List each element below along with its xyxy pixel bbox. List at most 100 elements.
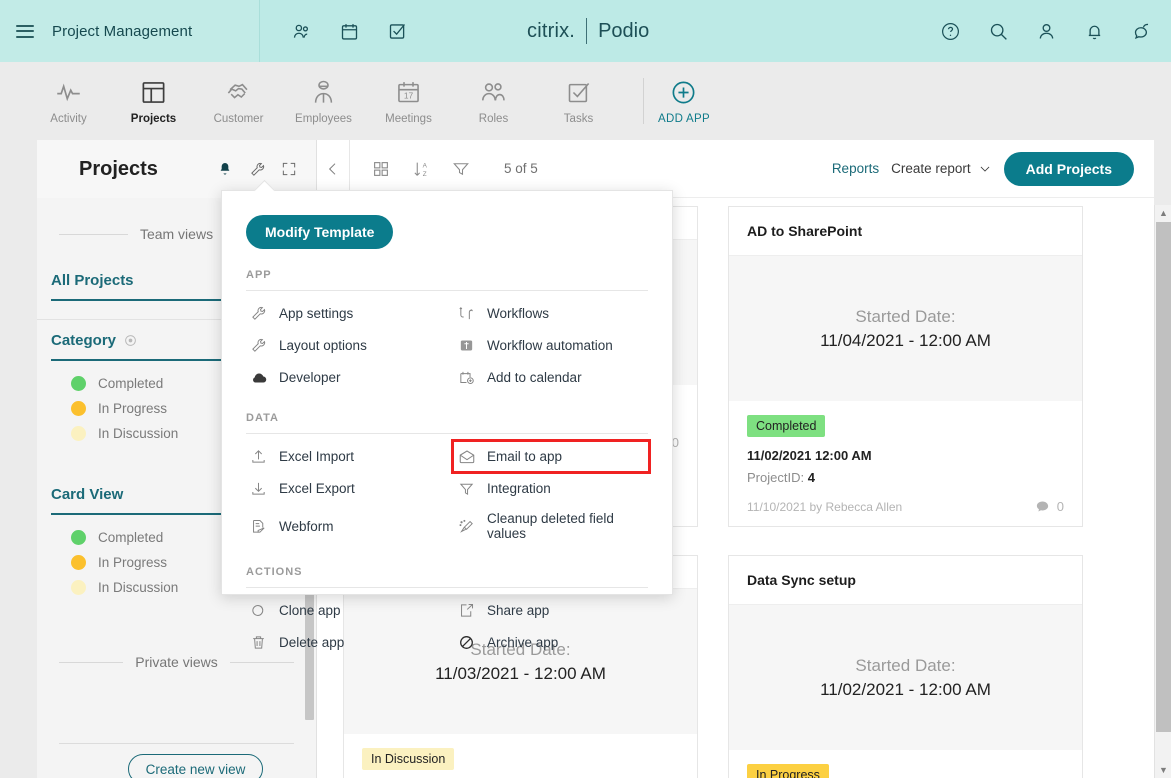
card-title: Data Sync setup: [729, 556, 1082, 605]
scroll-up-icon[interactable]: ▲: [1155, 205, 1171, 221]
menu-item-label: Excel Import: [279, 449, 355, 464]
appnav-item-roles[interactable]: Roles: [451, 70, 536, 132]
menu-item-share-app[interactable]: Share app: [454, 596, 648, 625]
upload-icon: [249, 447, 268, 466]
app-navigation-bar: Activity Projects Customer Employees 17 …: [0, 62, 1171, 140]
status-dot: [71, 426, 86, 441]
menu-item-workflows[interactable]: Workflows: [454, 299, 648, 328]
calendar-icon[interactable]: [338, 20, 360, 42]
create-report-dropdown[interactable]: Create report: [891, 161, 992, 176]
comment-icon: [1035, 499, 1050, 514]
main-scrollbar[interactable]: ▲ ▼: [1154, 205, 1171, 778]
card-author: 11/10/2021 by Rebecca Allen: [747, 499, 903, 514]
comment-count: 0: [1056, 499, 1064, 514]
tasks-icon[interactable]: [386, 20, 408, 42]
sidebar-bottom-rule: [59, 743, 294, 744]
chat-icon[interactable]: [1131, 20, 1153, 42]
menu-item-delete-app[interactable]: Delete app: [246, 628, 454, 657]
help-icon[interactable]: [939, 20, 961, 42]
menu-item-clone-app[interactable]: Clone app: [246, 596, 454, 625]
list-item-label: In Progress: [98, 555, 168, 570]
menu-item-email-to-app[interactable]: Email to app: [451, 439, 651, 474]
menu-item-label: App settings: [279, 306, 354, 321]
collapse-sidebar-button[interactable]: [317, 139, 350, 198]
appnav-item-meetings[interactable]: 17 Meetings: [366, 70, 451, 132]
menu-item-workflow-automation[interactable]: Workflow automation: [454, 331, 648, 360]
list-item-label: In Discussion: [98, 580, 179, 595]
create-report-label: Create report: [891, 161, 971, 176]
project-id-label: ProjectID:: [747, 470, 805, 485]
menu-item-label: Add to calendar: [487, 370, 582, 385]
search-icon[interactable]: [987, 20, 1009, 42]
menu-item-layout-options[interactable]: Layout options: [246, 331, 454, 360]
main-scroll-thumb[interactable]: [1156, 222, 1171, 732]
appnav-item-customer[interactable]: Customer: [196, 70, 281, 132]
menu-item-excel-export[interactable]: Excel Export: [246, 474, 454, 503]
filter-icon[interactable]: [452, 160, 470, 178]
dropdown-section-actions: ACTIONS Clone app Share app Delete app A…: [222, 566, 672, 657]
menu-item-label: Share app: [487, 603, 550, 618]
meetings-icon: 17: [395, 78, 422, 106]
status-dot: [71, 555, 86, 570]
info-icon[interactable]: [124, 334, 137, 347]
add-app-button[interactable]: ADD APP: [658, 78, 710, 125]
appnav-label: Employees: [295, 112, 352, 125]
list-item-label: In Discussion: [98, 426, 179, 441]
menu-item-label: Email to app: [487, 449, 563, 464]
topbar-right-icons: [939, 0, 1153, 62]
divider-line-right: [229, 661, 294, 663]
menu-item-developer[interactable]: Developer: [246, 363, 454, 392]
chevron-down-icon: [978, 162, 992, 176]
wrench-icon[interactable]: [248, 160, 266, 178]
menu-item-app-settings[interactable]: App settings: [246, 299, 454, 328]
appnav-item-tasks[interactable]: Tasks: [536, 70, 621, 132]
card-body-value: 11/02/2021 - 12:00 AM: [820, 679, 991, 699]
menu-item-archive-app[interactable]: Archive app: [454, 628, 648, 657]
workflows-icon: [457, 304, 476, 323]
activity-icon: [55, 78, 82, 106]
section-title: APP: [246, 269, 272, 281]
sort-az-icon[interactable]: AZ: [412, 160, 430, 178]
status-badge: In Progress: [747, 764, 829, 778]
appnav-item-projects[interactable]: Projects: [111, 70, 196, 132]
brand-podio-text: Podio: [598, 19, 650, 42]
list-item-label: In Progress: [98, 401, 168, 416]
menu-item-cleanup-deleted-field-values[interactable]: Cleanup deleted field values: [454, 506, 648, 546]
hamburger-icon[interactable]: [16, 24, 34, 38]
project-card[interactable]: Data Sync setup Started Date: 11/02/2021…: [728, 555, 1083, 778]
menu-item-integration[interactable]: Integration: [454, 474, 648, 503]
add-projects-button[interactable]: Add Projects: [1003, 151, 1134, 186]
menu-item-add-to-calendar[interactable]: Add to calendar: [454, 363, 648, 392]
section-title: Card View: [51, 486, 124, 503]
bell-icon[interactable]: [216, 160, 234, 178]
menu-item-label: Webform: [279, 518, 334, 534]
appnav-item-activity[interactable]: Activity: [26, 70, 111, 132]
cleanup-icon: [457, 517, 476, 536]
card-comments[interactable]: 0: [1035, 499, 1064, 514]
view-toolbar-right: Reports Create report Add Projects: [832, 151, 1154, 186]
grid-view-icon[interactable]: [372, 160, 390, 178]
svg-text:Z: Z: [423, 170, 427, 177]
trash-icon: [249, 633, 268, 652]
project-card[interactable]: AD to SharePoint Started Date: 11/04/202…: [728, 206, 1083, 527]
create-new-view-button[interactable]: Create new view: [128, 754, 263, 778]
scroll-down-icon[interactable]: ▼: [1155, 762, 1171, 778]
webform-icon: [249, 517, 268, 536]
profile-icon[interactable]: [1035, 20, 1057, 42]
menu-item-label: Excel Export: [279, 481, 355, 496]
notifications-icon[interactable]: [1083, 20, 1105, 42]
status-dot: [71, 530, 86, 545]
tasks-icon: [565, 78, 592, 106]
card-meta: 11/10/2021 by Rebecca Allen 0: [747, 499, 1064, 514]
menu-item-webform[interactable]: Webform: [246, 506, 454, 546]
modify-template-button[interactable]: Modify Template: [246, 215, 394, 249]
workspace-title: Project Management: [52, 22, 193, 40]
expand-icon[interactable]: [280, 160, 298, 178]
menu-item-excel-import[interactable]: Excel Import: [246, 442, 454, 471]
appnav-item-employees[interactable]: Employees: [281, 70, 366, 132]
brand-logo: citrix. Podio: [527, 0, 649, 62]
dropdown-section-app: APP App settings Workflows Layout option…: [222, 269, 672, 392]
contacts-icon[interactable]: [290, 20, 312, 42]
cloud-icon: [249, 368, 268, 387]
reports-link[interactable]: Reports: [832, 161, 879, 176]
